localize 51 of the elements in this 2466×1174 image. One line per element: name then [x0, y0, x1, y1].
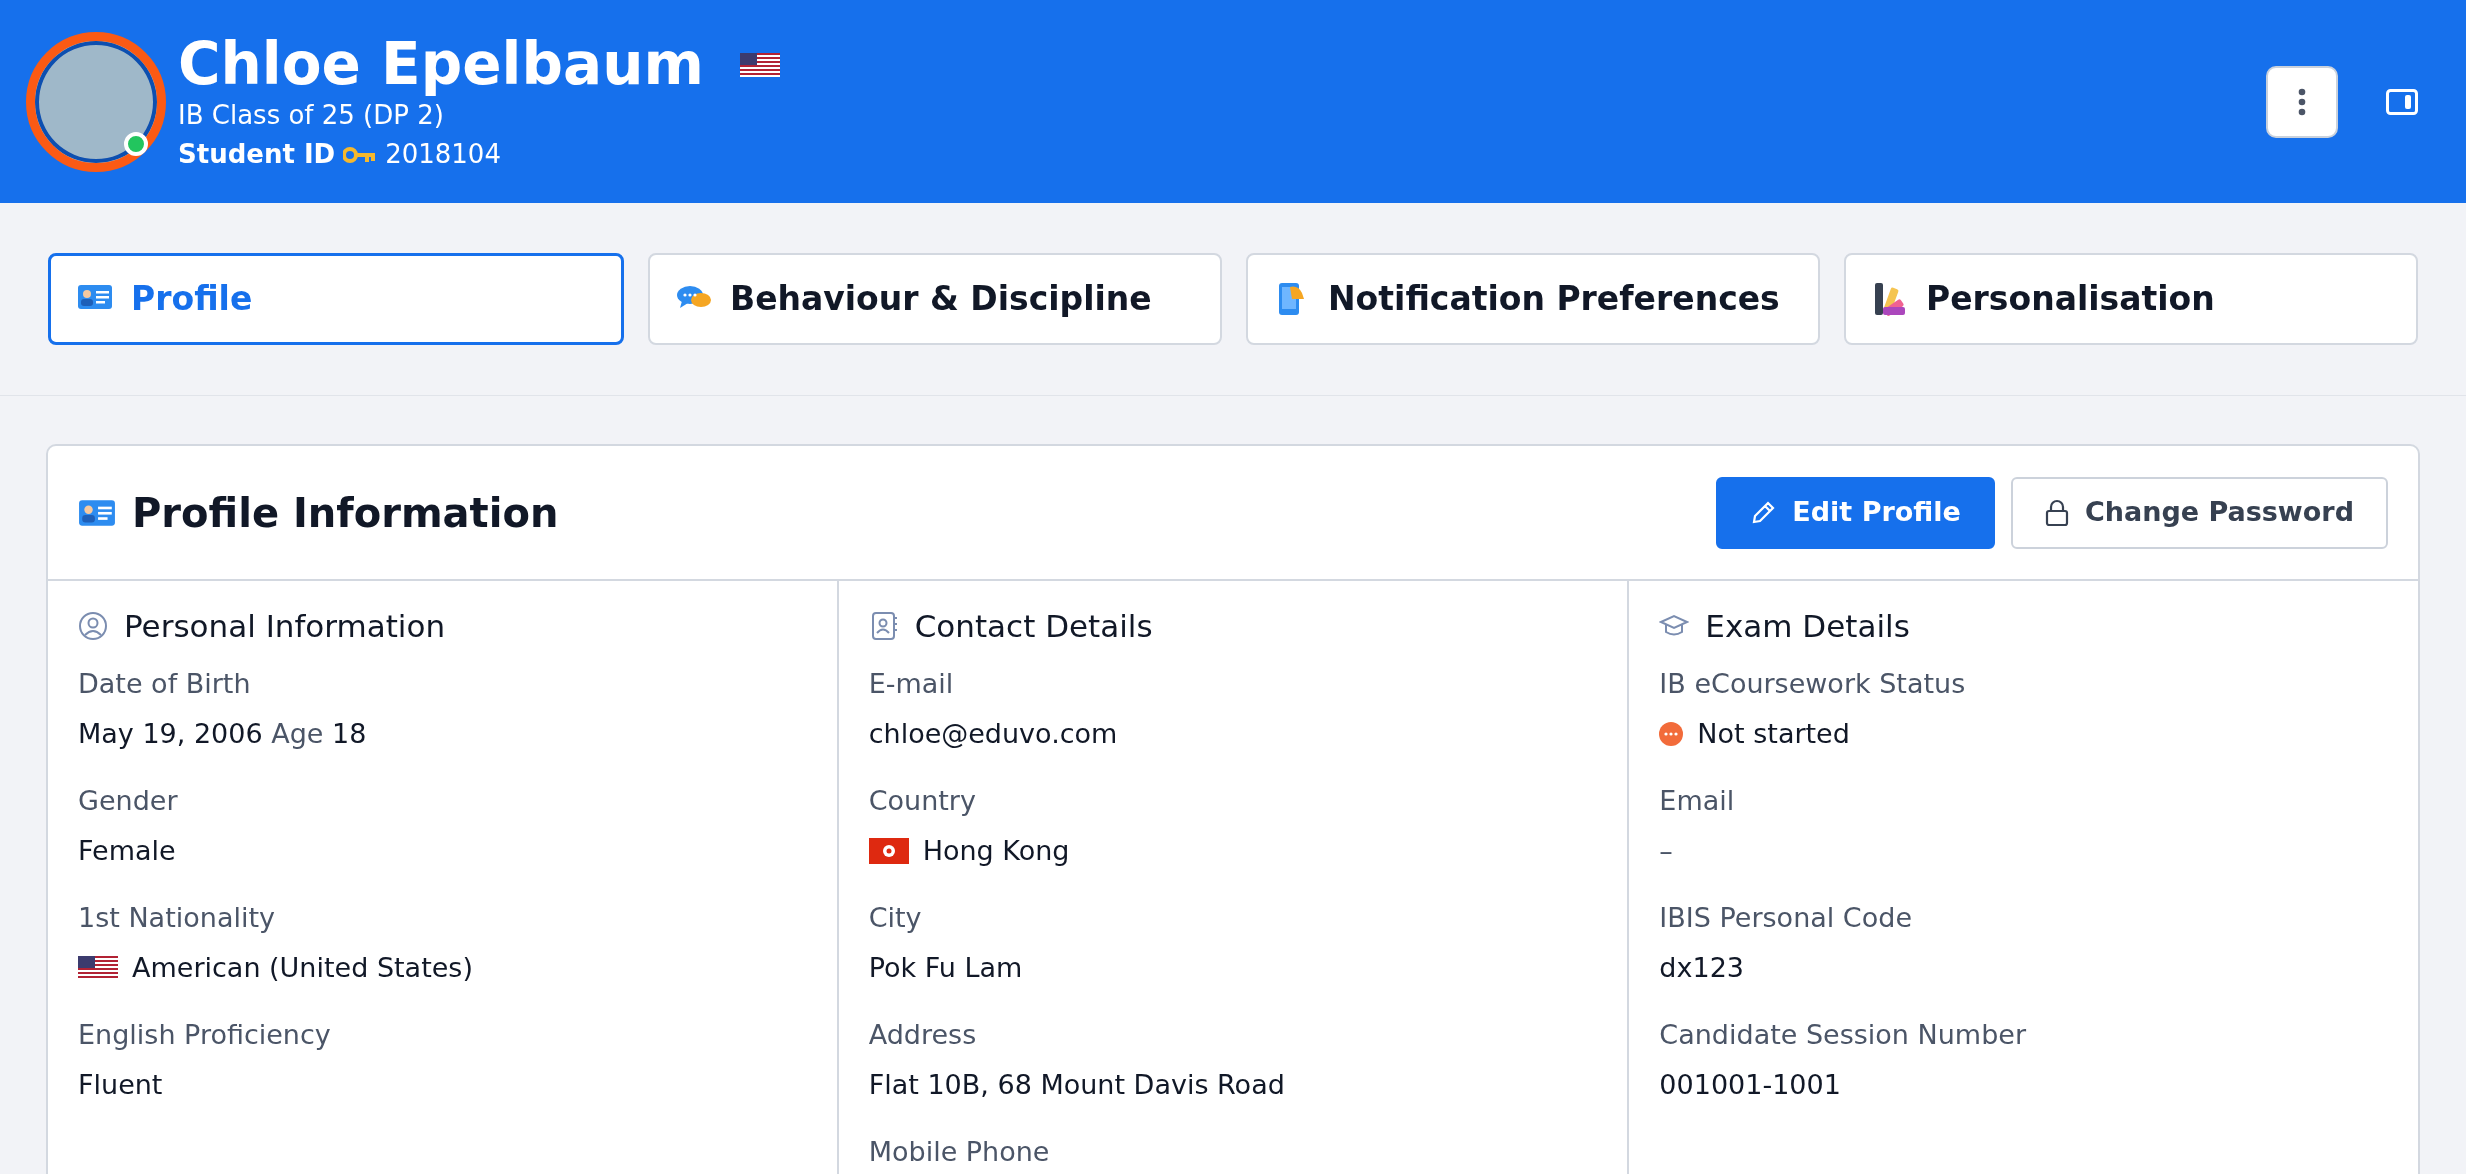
- color-swatches-icon: [1872, 281, 1908, 317]
- field-label: Mobile Phone: [868, 1134, 1051, 1169]
- us-flag-icon: [78, 956, 118, 981]
- field-label: Date of Birth: [78, 666, 252, 701]
- tab[interactable]: Behaviour & Discipline: [648, 253, 1222, 345]
- field-value: Not started: [1697, 717, 1850, 751]
- edit-profile-button[interactable]: Edit Profile: [1716, 476, 1995, 549]
- class-label: IB Class of 25 (DP 2): [178, 99, 445, 133]
- student-id-label: Student ID: [178, 138, 336, 172]
- field-label: Address: [868, 1017, 978, 1052]
- section-title: Contact Details: [914, 607, 1153, 646]
- lock-icon: [2044, 498, 2069, 527]
- tab[interactable]: Personalisation: [1844, 253, 2418, 345]
- field-label: Candidate Session Number: [1659, 1017, 2028, 1052]
- field-value: –: [1659, 834, 1673, 868]
- card-title: Profile Information: [132, 488, 559, 538]
- field-value: dx123: [1659, 951, 1744, 985]
- more-menu-button[interactable]: [2266, 65, 2338, 138]
- field-value: Fluent: [78, 1068, 163, 1102]
- field-value: Pok Fu Lam: [868, 951, 1023, 985]
- field-value: May 19, 2006 Age 18: [78, 717, 367, 751]
- key-icon: [343, 145, 378, 164]
- field-label: E-mail: [868, 666, 955, 701]
- hk-flag-icon: [868, 838, 909, 865]
- field-label: 1st Nationality: [78, 900, 276, 935]
- section-title: Personal Information: [124, 607, 446, 646]
- kebab-icon: [2298, 87, 2306, 116]
- field-label: City: [868, 900, 923, 935]
- field-label: IBIS Personal Code: [1659, 900, 1913, 935]
- field-label: Country: [868, 783, 977, 818]
- field-value: Female: [78, 834, 176, 868]
- change-password-button[interactable]: Change Password: [2010, 476, 2388, 549]
- field-value: 001001-1001: [1659, 1068, 1841, 1102]
- section-title: Exam Details: [1705, 607, 1910, 646]
- field-label: IB eCoursework Status: [1659, 666, 1967, 701]
- sidebar-toggle-icon[interactable]: [2386, 88, 2418, 115]
- field-value: Flat 10B, 68 Mount Davis Road: [868, 1068, 1285, 1102]
- pencil-icon: [1750, 499, 1777, 526]
- field-label: English Proficiency: [78, 1017, 332, 1052]
- tab[interactable]: Notification Preferences: [1246, 253, 1820, 345]
- us-flag-icon: [739, 52, 780, 77]
- field-value: Hong Kong: [922, 834, 1070, 868]
- student-name: Chloe Epelbaum: [178, 32, 704, 97]
- tab[interactable]: Profile: [48, 253, 624, 345]
- field-label: Email: [1659, 783, 1736, 818]
- person-icon: [78, 611, 108, 642]
- id-card-icon: [78, 497, 116, 528]
- field-label: Gender: [78, 783, 179, 818]
- field-value: chloe@eduvo.com: [868, 717, 1118, 751]
- student-id-value: 2018104: [385, 138, 501, 172]
- field-value: American (United States): [132, 951, 473, 985]
